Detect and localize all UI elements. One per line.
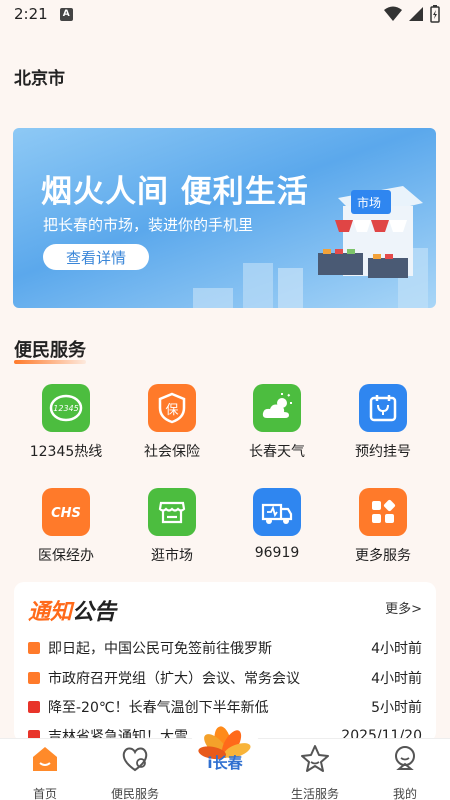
- svg-text:12345: 12345: [53, 404, 78, 413]
- insurance-icon: 保: [148, 384, 196, 432]
- notice-title: 通知公告: [28, 594, 116, 626]
- notice-time: 4小时前: [371, 671, 422, 687]
- tab-label: 我的: [392, 787, 417, 800]
- service-label: 逛市场: [151, 548, 193, 564]
- service-label: 长春天气: [249, 444, 305, 460]
- app-logo-button[interactable]: i长春: [188, 718, 262, 792]
- notice-warning-icon: [28, 701, 40, 713]
- tab-label: 生活服务: [290, 787, 339, 800]
- services-section-title: 便民服务: [14, 340, 86, 361]
- notice-text: 即日起，中国公民可免签前往俄罗斯: [48, 641, 272, 657]
- notice-item[interactable]: 即日起，中国公民可免签前往俄罗斯 4小时前: [28, 638, 422, 658]
- heart-hands-icon: [122, 747, 148, 772]
- notice-item[interactable]: 降至-20℃！长春气温创下半年新低 5小时前: [28, 697, 422, 717]
- weather-icon: [253, 384, 301, 432]
- star-icon: [301, 745, 329, 772]
- hotline-icon: 12345: [42, 384, 90, 432]
- appointment-icon: [359, 384, 407, 432]
- notice-time: 4小时前: [371, 641, 422, 657]
- city-selector[interactable]: 北京市: [14, 64, 65, 89]
- service-more[interactable]: 更多服务: [333, 488, 433, 565]
- status-bar: 2:21 A: [0, 0, 450, 28]
- banner-subtitle: 把长春的市场，装进你的手机里: [43, 216, 254, 234]
- service-label: 社会保险: [144, 444, 200, 460]
- banner-details-button[interactable]: 查看详情: [43, 244, 149, 270]
- tab-profile[interactable]: 我的: [360, 743, 450, 800]
- notice-title-accent: 通知: [28, 600, 73, 625]
- notice-time: 5小时前: [371, 700, 422, 716]
- i-changchun-logo: i长春: [198, 726, 251, 772]
- market-icon: [148, 488, 196, 536]
- tab-life-services[interactable]: 生活服务: [270, 743, 360, 800]
- promo-banner[interactable]: 市场 烟火人间 便利生活 把长春的市场，装进你的手机里 查看详情: [13, 128, 436, 308]
- service-label: 12345热线: [29, 444, 103, 460]
- profile-icon: [395, 746, 415, 770]
- service-12345-hotline[interactable]: 12345 12345热线: [16, 384, 116, 461]
- signal-icon: [409, 7, 423, 21]
- tab-services[interactable]: 便民服务: [90, 743, 180, 800]
- shop-sign-text: 市场: [357, 195, 381, 210]
- service-social-insurance[interactable]: 保 社会保险: [122, 384, 222, 461]
- service-appointment[interactable]: 预约挂号: [333, 384, 433, 461]
- notice-item[interactable]: 市政府召开党组（扩大）会议、常务会议 4小时前: [28, 668, 422, 688]
- notice-title-rest: 公告: [72, 600, 117, 625]
- notice-home-icon: [28, 672, 40, 684]
- notice-more-link[interactable]: 更多>: [385, 598, 422, 617]
- more-services-icon: [359, 488, 407, 536]
- service-label: 医保经办: [38, 548, 94, 564]
- notice-text: 降至-20℃！长春气温创下半年新低: [48, 700, 269, 716]
- notification-icon: A: [59, 7, 73, 21]
- service-weather[interactable]: 长春天气: [227, 384, 327, 461]
- service-label: 预约挂号: [355, 444, 411, 460]
- service-96919[interactable]: 96919: [227, 488, 327, 561]
- medical-insurance-icon: CHS: [42, 488, 90, 536]
- wifi-icon: [384, 6, 402, 21]
- tab-label: 首页: [32, 787, 57, 800]
- svg-text:CHS: CHS: [51, 506, 81, 521]
- notice-text: 市政府召开党组（扩大）会议、常务会议: [48, 671, 300, 687]
- notice-home-icon: [28, 642, 40, 654]
- truck-icon: [253, 488, 301, 536]
- service-label: 96919: [254, 545, 300, 561]
- logo-text: i长春: [207, 754, 242, 772]
- status-time: 2:21: [14, 5, 48, 23]
- service-market[interactable]: 逛市场: [122, 488, 222, 565]
- battery-icon: [430, 5, 440, 23]
- svg-text:保: 保: [165, 403, 178, 418]
- service-medical-insurance[interactable]: CHS 医保经办: [16, 488, 116, 565]
- tab-label: 便民服务: [110, 787, 159, 800]
- banner-title: 烟火人间 便利生活: [41, 174, 309, 210]
- home-icon: [33, 747, 57, 771]
- status-icons: [384, 5, 440, 23]
- tab-home[interactable]: 首页: [0, 743, 90, 800]
- service-label: 更多服务: [355, 548, 411, 564]
- section-underline: [14, 360, 86, 364]
